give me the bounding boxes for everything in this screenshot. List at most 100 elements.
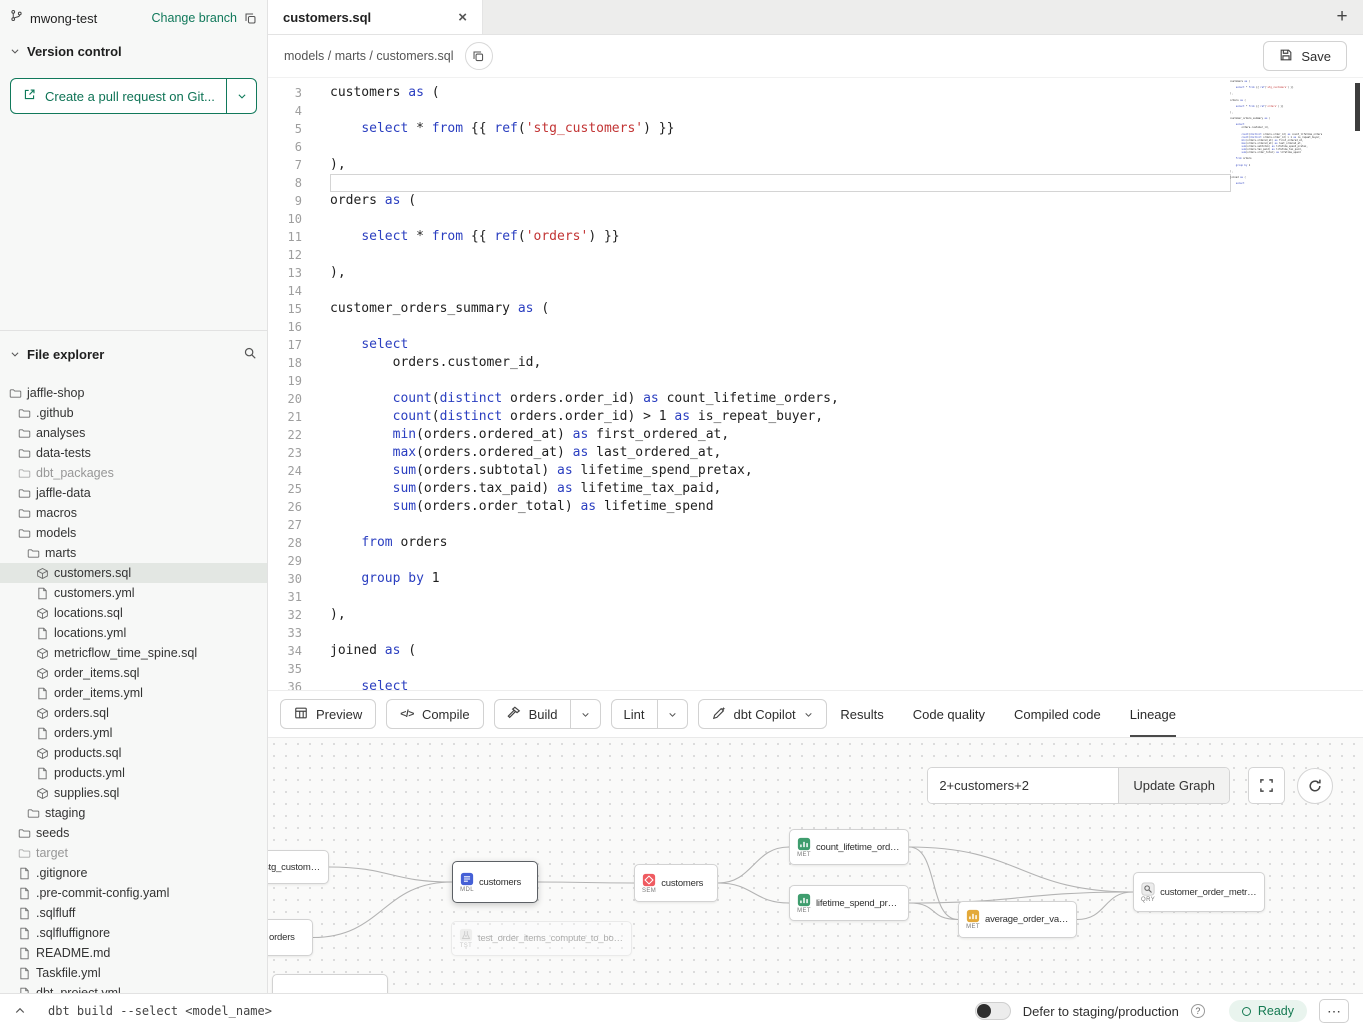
compile-button[interactable]: </> Compile: [386, 699, 483, 729]
code-line-10[interactable]: [330, 210, 1231, 228]
save-button[interactable]: Save: [1263, 41, 1347, 71]
tree-item-.github[interactable]: .github: [0, 403, 267, 423]
tree-item-.gitignore[interactable]: .gitignore: [0, 863, 267, 883]
tree-item-macros[interactable]: macros: [0, 503, 267, 523]
tree-item-customers.sql[interactable]: customers.sql: [0, 563, 267, 583]
code-line-9[interactable]: orders as (: [330, 192, 1231, 210]
code-line-13[interactable]: ),: [330, 264, 1231, 282]
copy-branch-button[interactable]: [244, 12, 257, 25]
lineage-node-customer_order_metrics[interactable]: QRYcustomer_order_metrics: [1133, 872, 1265, 912]
lineage-node-orders[interactable]: MDLorders: [268, 919, 313, 956]
code-line-18[interactable]: orders.customer_id,: [330, 354, 1231, 372]
tree-item-models[interactable]: models: [0, 523, 267, 543]
tree-item-marts[interactable]: marts: [0, 543, 267, 563]
editor-scrollbar[interactable]: [1355, 83, 1360, 131]
tree-item-customers.yml[interactable]: customers.yml: [0, 583, 267, 603]
close-icon[interactable]: ×: [458, 10, 467, 25]
tree-item-README.md[interactable]: README.md: [0, 943, 267, 963]
tree-item-order_items.sql[interactable]: order_items.sql: [0, 663, 267, 683]
tab-results[interactable]: Results: [840, 691, 883, 737]
lineage-node-customers_semantic[interactable]: SEMcustomers: [634, 864, 718, 902]
lineage-node-partial_node[interactable]: [272, 974, 388, 993]
tab-code-quality[interactable]: Code quality: [913, 691, 985, 737]
code-editor[interactable]: 3456789101112131415161718192021222324252…: [268, 77, 1363, 690]
code-line-30[interactable]: group by 1: [330, 570, 1231, 588]
tab-lineage[interactable]: Lineage: [1130, 691, 1176, 737]
tree-item-orders.yml[interactable]: orders.yml: [0, 723, 267, 743]
lineage-search-input[interactable]: [928, 768, 1118, 803]
more-options-button[interactable]: ⋯: [1319, 999, 1349, 1023]
code-line-7[interactable]: ),: [330, 156, 1231, 174]
help-icon[interactable]: ?: [1191, 1004, 1205, 1018]
code-line-21[interactable]: count(distinct orders.order_id) > 1 as i…: [330, 408, 1231, 426]
code-line-28[interactable]: from orders: [330, 534, 1231, 552]
build-dropdown[interactable]: [570, 700, 600, 728]
lint-button[interactable]: Lint: [612, 700, 657, 728]
code-line-15[interactable]: customer_orders_summary as (: [330, 300, 1231, 318]
code-line-5[interactable]: select * from {{ ref('stg_customers') }}: [330, 120, 1231, 138]
tab-compiled-code[interactable]: Compiled code: [1014, 691, 1101, 737]
build-button[interactable]: Build: [495, 700, 570, 728]
tree-item-order_items.yml[interactable]: order_items.yml: [0, 683, 267, 703]
code-line-11[interactable]: select * from {{ ref('orders') }}: [330, 228, 1231, 246]
tree-item-supplies.sql[interactable]: supplies.sql: [0, 783, 267, 803]
code-line-27[interactable]: [330, 516, 1231, 534]
code-line-25[interactable]: sum(orders.tax_paid) as lifetime_tax_pai…: [330, 480, 1231, 498]
code-line-17[interactable]: select: [330, 336, 1231, 354]
tab-customers-sql[interactable]: customers.sql ×: [268, 0, 483, 34]
code-line-20[interactable]: count(distinct orders.order_id) as count…: [330, 390, 1231, 408]
update-graph-button[interactable]: Update Graph: [1118, 768, 1229, 803]
defer-toggle[interactable]: [975, 1002, 1011, 1020]
tree-item-Taskfile.yml[interactable]: Taskfile.yml: [0, 963, 267, 983]
code-line-35[interactable]: [330, 660, 1231, 678]
code-line-19[interactable]: [330, 372, 1231, 390]
code-line-8[interactable]: [330, 174, 1231, 192]
tree-item-dbt_packages[interactable]: dbt_packages: [0, 463, 267, 483]
code-line-33[interactable]: [330, 624, 1231, 642]
code-line-12[interactable]: [330, 246, 1231, 264]
lint-dropdown[interactable]: [657, 700, 687, 728]
lineage-node-lifetime_spend_pretax[interactable]: METlifetime_spend_pretax: [789, 885, 909, 921]
code-line-16[interactable]: [330, 318, 1231, 336]
tree-item-data-tests[interactable]: data-tests: [0, 443, 267, 463]
create-pr-button[interactable]: Create a pull request on Git...: [10, 78, 257, 114]
lineage-node-test_node[interactable]: TSTtest_order_items_compute_to_bools...: [451, 921, 632, 956]
code-line-23[interactable]: max(orders.ordered_at) as last_ordered_a…: [330, 444, 1231, 462]
new-tab-button[interactable]: +: [1321, 0, 1363, 34]
code-line-3[interactable]: customers as (: [330, 84, 1231, 102]
code-line-14[interactable]: [330, 282, 1231, 300]
tree-item-metricflow_time_spine.sql[interactable]: metricflow_time_spine.sql: [0, 643, 267, 663]
tree-item-dbt_project.yml[interactable]: dbt_project.yml: [0, 983, 267, 993]
tree-item-target[interactable]: target: [0, 843, 267, 863]
dbt-copilot-button[interactable]: dbt Copilot: [698, 699, 827, 729]
change-branch-link[interactable]: Change branch: [152, 11, 237, 25]
preview-button[interactable]: Preview: [280, 699, 376, 729]
lineage-node-customers_model[interactable]: MDLcustomers: [452, 861, 538, 903]
code-line-32[interactable]: ),: [330, 606, 1231, 624]
code-line-22[interactable]: min(orders.ordered_at) as first_ordered_…: [330, 426, 1231, 444]
fullscreen-button[interactable]: [1248, 767, 1285, 804]
code-line-29[interactable]: [330, 552, 1231, 570]
panel-collapse-button[interactable]: [14, 1005, 26, 1017]
tree-item-seeds[interactable]: seeds: [0, 823, 267, 843]
tree-item-staging[interactable]: staging: [0, 803, 267, 823]
code-line-24[interactable]: sum(orders.subtotal) as lifetime_spend_p…: [330, 462, 1231, 480]
tree-item-products.yml[interactable]: products.yml: [0, 763, 267, 783]
code-line-26[interactable]: sum(orders.order_total) as lifetime_spen…: [330, 498, 1231, 516]
refresh-button[interactable]: [1297, 768, 1333, 804]
code-line-31[interactable]: [330, 588, 1231, 606]
tree-item-products.sql[interactable]: products.sql: [0, 743, 267, 763]
tree-item-locations.sql[interactable]: locations.sql: [0, 603, 267, 623]
tree-item-jaffle-shop[interactable]: jaffle-shop: [0, 383, 267, 403]
tree-item-jaffle-data[interactable]: jaffle-data: [0, 483, 267, 503]
code-line-34[interactable]: joined as (: [330, 642, 1231, 660]
tree-item-.sqlfluff[interactable]: .sqlfluff: [0, 903, 267, 923]
lineage-node-stg_customers[interactable]: MDLstg_customers: [268, 850, 329, 884]
version-control-header[interactable]: Version control: [0, 36, 267, 66]
tree-item-orders.sql[interactable]: orders.sql: [0, 703, 267, 723]
tree-item-.pre-commit-config.yaml[interactable]: .pre-commit-config.yaml: [0, 883, 267, 903]
create-pr-dropdown[interactable]: [226, 79, 256, 113]
code-line-4[interactable]: [330, 102, 1231, 120]
code-line-36[interactable]: select: [330, 678, 1231, 690]
minimap[interactable]: customers as ( select * from {{ ref('stg…: [1230, 80, 1322, 185]
